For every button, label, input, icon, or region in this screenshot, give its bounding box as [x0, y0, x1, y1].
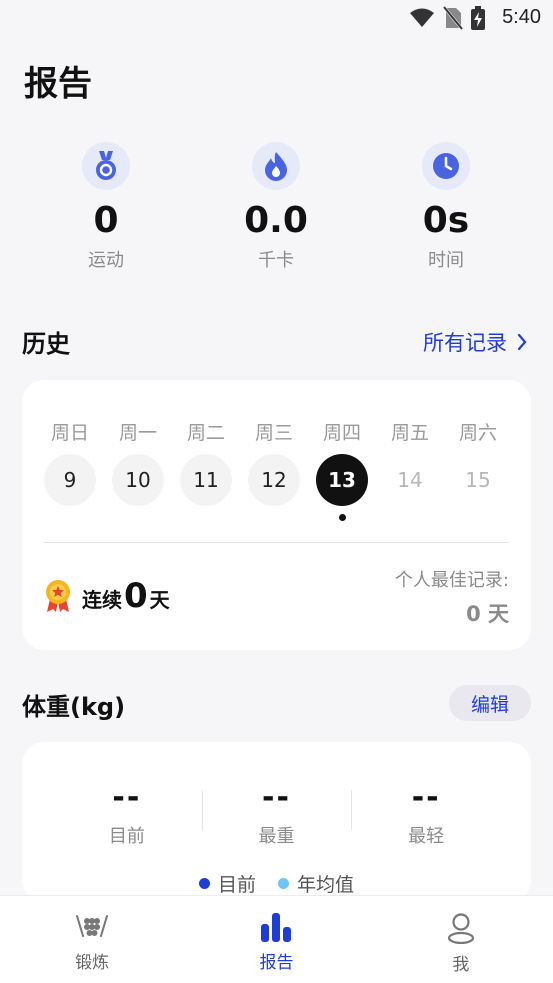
person-icon [447, 913, 474, 944]
weekday-label: 周四 [322, 422, 361, 444]
weight-card: -- 目前 -- 最重 -- 最轻 目前 年均值 [22, 742, 531, 902]
weight-heaviest: -- 最重 [201, 780, 352, 848]
tab-me[interactable]: 我 [369, 896, 553, 983]
tab-workout[interactable]: 锻炼 [0, 896, 184, 983]
tab-label: 锻炼 [75, 953, 110, 973]
weight-value: -- [262, 780, 291, 815]
bar-chart-icon [261, 913, 292, 942]
day-number: 15 [465, 468, 491, 492]
personal-best-label: 个人最佳记录: [394, 570, 509, 591]
calendar-day[interactable]: 9 [36, 454, 104, 506]
weight-label: 最重 [258, 826, 295, 847]
edit-weight-button[interactable]: 编辑 [449, 685, 531, 721]
day-number: 11 [180, 454, 232, 506]
weekday-label: 周六 [458, 422, 497, 444]
stat-calories: 0.0 千卡 [206, 142, 346, 272]
today-dot [338, 514, 346, 521]
calendar-day-today[interactable]: 13 [308, 454, 376, 521]
battery-charging-icon [471, 6, 485, 30]
calendar-day[interactable]: 10 [104, 454, 172, 506]
tab-label: 报告 [259, 953, 294, 973]
award-badge-icon [46, 580, 70, 612]
weekday-row: 周日 周一 周二 周三 周四 周五 周六 [36, 418, 517, 445]
no-sim-icon [443, 6, 463, 30]
status-time: 5:40 [502, 6, 541, 28]
summary-stats: 0 运动 0.0 千卡 0s 时间 [0, 142, 553, 282]
legend-dot [198, 878, 210, 889]
weight-columns: -- 目前 -- 最重 -- 最轻 [52, 780, 501, 848]
calendar-day[interactable]: 11 [172, 454, 240, 506]
day-number: 10 [112, 454, 164, 506]
weight-value: -- [411, 780, 441, 815]
page-title: 报告 [24, 64, 92, 104]
tab-report[interactable]: 报告 [184, 896, 368, 983]
wifi-icon [410, 8, 434, 27]
streak: 连续 0 天 [44, 576, 170, 616]
weight-title: 体重(kg) [22, 693, 126, 721]
streak-value: 0 [124, 576, 148, 616]
day-number: 12 [248, 454, 300, 506]
weekday-label: 周五 [390, 422, 429, 444]
weight-label: 目前 [108, 826, 145, 847]
personal-best: 个人最佳记录: 0 天 [395, 566, 509, 628]
stat-value: 0 [93, 200, 119, 241]
weekday-label: 周日 [50, 422, 89, 444]
weight-legend: 目前 年均值 [22, 870, 531, 897]
column-divider [201, 790, 203, 830]
tab-label: 我 [452, 955, 470, 975]
medal-icon [82, 142, 130, 190]
stat-value: 0s [422, 200, 470, 241]
legend-item: 年均值 [278, 870, 354, 897]
weight-value: -- [112, 780, 142, 815]
calendar-day[interactable]: 12 [240, 454, 308, 506]
weekday-label: 周二 [186, 422, 225, 444]
calendar-day[interactable]: 15 [444, 454, 512, 506]
weekday-label: 周一 [118, 422, 157, 444]
workout-icon [76, 915, 109, 937]
clock-icon [422, 142, 470, 190]
stat-workouts: 0 运动 [36, 142, 176, 272]
stat-duration: 0s 时间 [376, 142, 516, 272]
streak-prefix: 连续 [82, 588, 122, 612]
weight-lightest: -- 最轻 [351, 780, 501, 848]
all-records-link[interactable]: 所有记录 [423, 327, 527, 357]
stat-label: 千卡 [258, 250, 294, 271]
history-title: 历史 [22, 330, 70, 358]
weekday-label: 周三 [254, 422, 293, 444]
status-icons [409, 6, 485, 30]
weight-current: -- 目前 [52, 780, 202, 848]
personal-best-value: 0 天 [466, 602, 509, 626]
all-records-label: 所有记录 [423, 331, 507, 355]
status-bar: 5:40 [0, 0, 553, 36]
bottom-tab-bar: 锻炼 报告 我 [0, 895, 553, 983]
flame-icon [252, 142, 300, 190]
day-number: 14 [397, 468, 423, 492]
streak-suffix: 天 [149, 588, 170, 612]
chevron-right-icon [517, 333, 527, 351]
stat-label: 运动 [88, 250, 124, 271]
day-number: 13 [316, 454, 368, 506]
divider [44, 542, 509, 543]
streak-text: 连续 0 天 [82, 576, 170, 616]
date-row: 9 10 11 12 13 14 15 [36, 454, 517, 521]
legend-item: 目前 [198, 870, 256, 897]
column-divider [351, 790, 353, 830]
history-card: 周日 周一 周二 周三 周四 周五 周六 9 10 11 12 13 14 15… [22, 380, 531, 650]
calendar-day[interactable]: 14 [376, 454, 444, 506]
weight-label: 最轻 [408, 826, 445, 847]
day-number: 9 [44, 454, 96, 506]
legend-label: 目前 [217, 874, 256, 896]
stat-value: 0.0 [244, 200, 308, 241]
stat-label: 时间 [428, 250, 464, 271]
legend-dot [278, 878, 289, 889]
legend-label: 年均值 [297, 874, 355, 896]
